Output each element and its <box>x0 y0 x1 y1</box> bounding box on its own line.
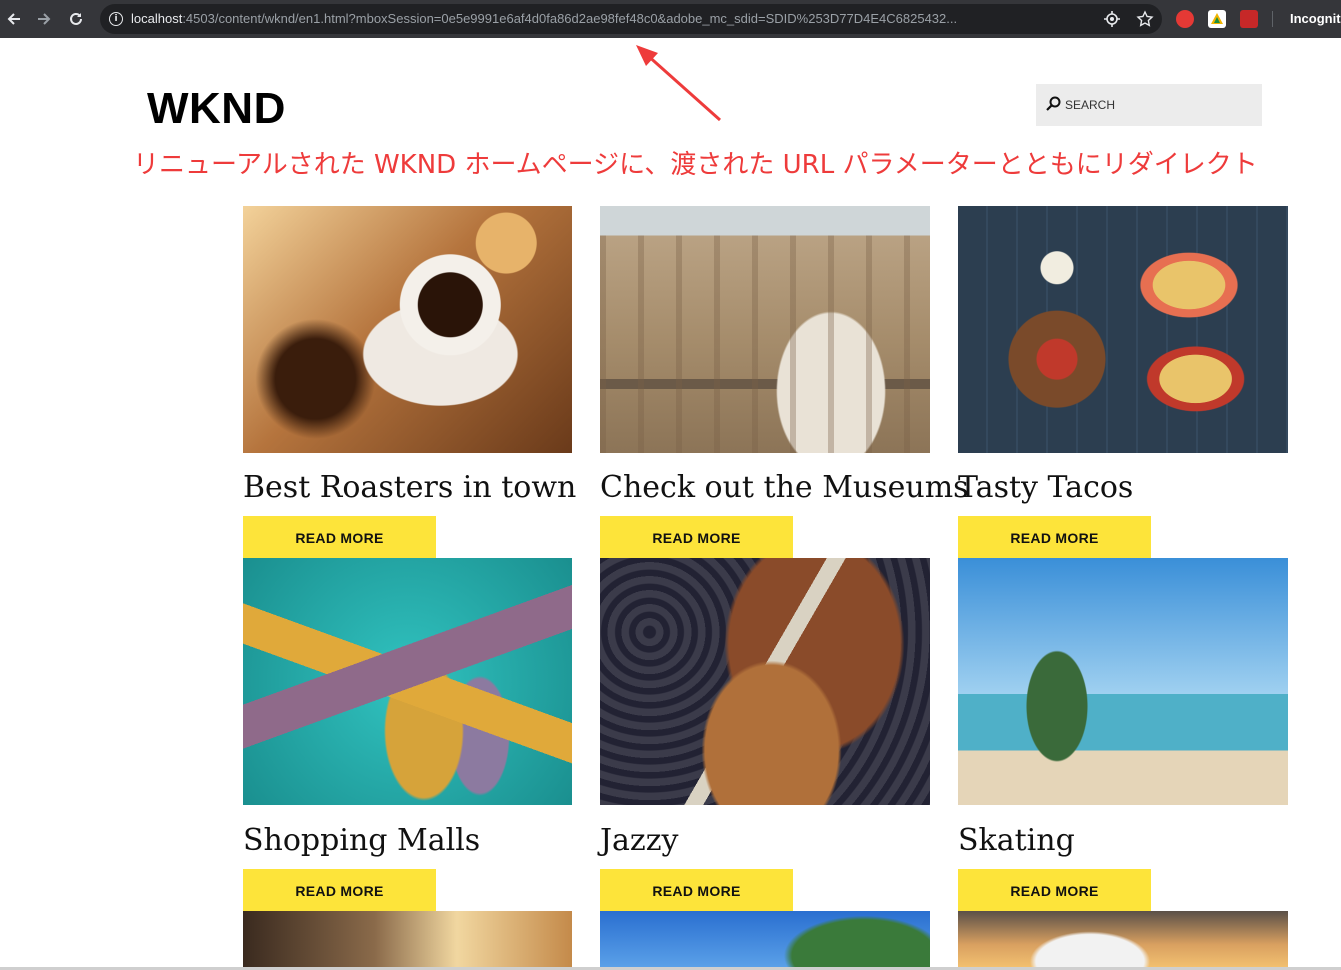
forward-icon[interactable] <box>32 7 56 31</box>
shopping-photo[interactable] <box>243 558 572 805</box>
url-text[interactable]: localhost:4503/content/wknd/en1.html?mbo… <box>131 11 1091 26</box>
browser-toolbar: i localhost:4503/content/wknd/en1.html?m… <box>0 0 1341 38</box>
incognito-label[interactable]: Incognit <box>1290 11 1341 26</box>
extension-red-icon[interactable] <box>1176 10 1194 28</box>
card-title[interactable]: Tasty Tacos <box>958 470 1133 505</box>
beach-photo[interactable] <box>958 558 1288 805</box>
coffee-photo[interactable] <box>243 206 572 453</box>
toolbar-divider <box>1272 11 1273 27</box>
url-path: :4503/content/wknd/en1.html?mboxSession=… <box>182 11 958 26</box>
site-info-icon[interactable]: i <box>109 12 123 26</box>
museum-photo[interactable] <box>600 206 930 453</box>
reload-icon[interactable] <box>64 7 88 31</box>
card-title[interactable]: Best Roasters in town <box>243 470 576 505</box>
card-title[interactable]: Skating <box>958 823 1075 858</box>
card-photo[interactable] <box>958 911 1288 967</box>
search-box[interactable]: SEARCH <box>1036 84 1262 126</box>
location-icon[interactable] <box>1103 10 1121 28</box>
annotation-text: リニューアルされた WKND ホームページに、渡された URL パラメーターとと… <box>133 150 1258 180</box>
site-logo[interactable]: WKND <box>147 84 286 134</box>
search-icon <box>1046 96 1061 111</box>
address-bar[interactable]: i localhost:4503/content/wknd/en1.html?m… <box>100 4 1162 34</box>
back-icon[interactable] <box>2 7 26 31</box>
read-more-button[interactable]: READ MORE <box>600 869 793 911</box>
read-more-button[interactable]: READ MORE <box>958 869 1151 911</box>
card-photo[interactable] <box>243 911 572 967</box>
read-more-button[interactable]: READ MORE <box>243 869 436 911</box>
extension-triangle-icon[interactable] <box>1208 10 1226 28</box>
card-title[interactable]: Shopping Malls <box>243 823 480 858</box>
card-photo[interactable] <box>600 911 930 967</box>
search-placeholder: SEARCH <box>1065 98 1116 112</box>
extension-dark-red-icon[interactable] <box>1240 10 1258 28</box>
card-title[interactable]: Check out the Museums <box>600 470 969 505</box>
read-more-button[interactable]: READ MORE <box>243 516 436 558</box>
guitar-photo[interactable] <box>600 558 930 805</box>
card-title[interactable]: Jazzy <box>600 823 678 858</box>
tacos-photo[interactable] <box>958 206 1288 453</box>
annotation-arrow <box>636 45 721 122</box>
bookmark-star-icon[interactable] <box>1136 10 1154 28</box>
read-more-button[interactable]: READ MORE <box>958 516 1151 558</box>
read-more-button[interactable]: READ MORE <box>600 516 793 558</box>
url-host: localhost <box>131 11 183 26</box>
